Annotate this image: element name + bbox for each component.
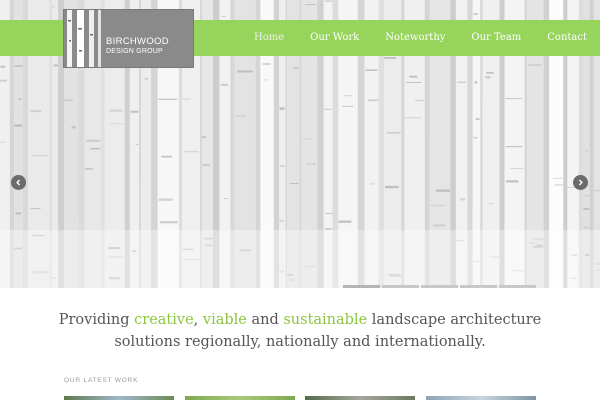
birch-trunks-logo-icon xyxy=(67,10,101,67)
nav-item-contact[interactable]: Contact xyxy=(534,20,600,56)
slider-pager xyxy=(343,285,536,288)
work-thumbnail[interactable] xyxy=(185,396,295,400)
work-thumbnail[interactable] xyxy=(426,396,536,400)
tagline-line-2: solutions regionally, nationally and int… xyxy=(114,334,486,350)
slider-pager-dot[interactable] xyxy=(499,285,536,288)
work-thumbnail[interactable] xyxy=(305,396,415,400)
latest-work-heading: OUR LATEST WORK xyxy=(64,377,139,384)
tagline-text: and xyxy=(246,312,284,328)
nav-item-our-work[interactable]: Our Work xyxy=(297,20,372,56)
main-nav: Home Our Work Noteworthy Our Team Contac… xyxy=(241,20,600,56)
slider-pager-dot[interactable] xyxy=(382,285,419,288)
tagline-highlight: creative xyxy=(134,312,194,328)
nav-item-noteworthy[interactable]: Noteworthy xyxy=(372,20,458,56)
nav-item-our-team[interactable]: Our Team xyxy=(458,20,534,56)
slider-pager-dot[interactable] xyxy=(460,285,497,288)
site-logo[interactable]: BIRCHWOOD DESIGN GROUP xyxy=(63,9,194,68)
slider-prev-button[interactable] xyxy=(11,175,26,190)
tagline: Providing creative, viable and sustainab… xyxy=(40,309,560,353)
chevron-right-icon xyxy=(578,179,583,186)
tagline-highlight: sustainable xyxy=(283,312,368,328)
tagline-text: landscape architecture xyxy=(367,312,542,328)
logo-wordmark: BIRCHWOOD DESIGN GROUP xyxy=(106,37,192,55)
tagline-line-1: Providing creative, viable and sustainab… xyxy=(40,309,560,331)
logo-line-2: DESIGN GROUP xyxy=(106,47,163,55)
tagline-text: , xyxy=(193,312,203,328)
slider-pager-dot[interactable] xyxy=(343,285,380,288)
tagline-highlight: viable xyxy=(202,312,247,328)
slider-pager-dot[interactable] xyxy=(421,285,458,288)
slider-next-button[interactable] xyxy=(573,175,588,190)
nav-item-home[interactable]: Home xyxy=(241,20,297,56)
logo-line-1: BIRCHWOOD xyxy=(106,36,169,47)
tagline-text: Providing xyxy=(58,312,135,328)
chevron-left-icon xyxy=(16,179,21,186)
work-thumbnail[interactable] xyxy=(64,396,174,400)
